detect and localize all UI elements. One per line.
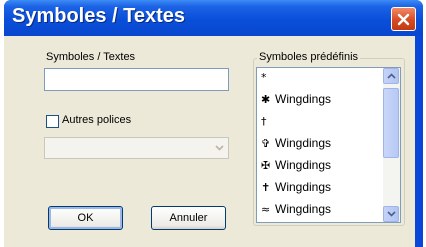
scroll-down-button[interactable]: [383, 206, 399, 222]
symbol-font: Wingdings: [275, 180, 332, 194]
title-bar[interactable]: Symboles / Textes: [4, 0, 423, 36]
list-item[interactable]: ≈ Wingdings: [261, 200, 331, 218]
close-icon: [397, 13, 410, 25]
font-select[interactable]: [44, 137, 229, 159]
list-scrollbar[interactable]: [383, 68, 400, 222]
close-button[interactable]: [391, 7, 416, 31]
text-field-label: Symboles / Textes: [46, 51, 136, 63]
list-item[interactable]: ✠ Wingdings: [261, 156, 331, 174]
list-item[interactable]: †: [261, 112, 275, 130]
scroll-up-button[interactable]: [383, 68, 399, 84]
symbol-font: Wingdings: [275, 136, 332, 150]
predefined-symbols-list[interactable]: * ✱ Wingdings † ✞ Wingdings ✠ Wingdings ✝ Wi…: [256, 67, 401, 223]
symbol-text-input[interactable]: [44, 68, 229, 91]
list-item[interactable]: ✱ Wingdings: [261, 90, 331, 108]
symbol-glyph: ≈: [261, 203, 271, 216]
cancel-button-label: Annuler: [169, 212, 208, 224]
font-select-arrow[interactable]: [211, 139, 227, 157]
other-fonts-checkbox[interactable]: [46, 115, 59, 128]
ok-button-label: OK: [77, 212, 94, 224]
other-fonts-label[interactable]: Autres polices: [62, 114, 131, 126]
symbol-glyph: *: [261, 71, 267, 84]
list-item[interactable]: ✝ Wingdings: [261, 178, 331, 196]
window-title: Symboles / Textes: [12, 5, 186, 27]
cancel-button[interactable]: Annuler: [151, 206, 226, 230]
symbol-font: Wingdings: [275, 158, 332, 172]
symbol-font: Wingdings: [275, 92, 332, 106]
symbol-glyph: ✱: [261, 93, 271, 106]
list-item[interactable]: ✞ Wingdings: [261, 134, 331, 152]
symbol-glyph: ✞: [261, 137, 271, 150]
ok-button[interactable]: OK: [48, 206, 123, 230]
chevron-up-icon: [386, 73, 396, 79]
symbol-glyph: ✝: [261, 181, 271, 194]
chevron-down-icon: [386, 211, 396, 217]
predefined-symbols-label: Symboles prédéfinis: [257, 51, 361, 63]
chevron-down-icon: [214, 145, 224, 151]
scroll-thumb[interactable]: [383, 88, 399, 158]
symbol-font: Wingdings: [275, 202, 332, 216]
list-item[interactable]: *: [261, 68, 275, 86]
symbol-glyph: ✠: [261, 159, 271, 172]
symbol-glyph: †: [261, 115, 267, 128]
